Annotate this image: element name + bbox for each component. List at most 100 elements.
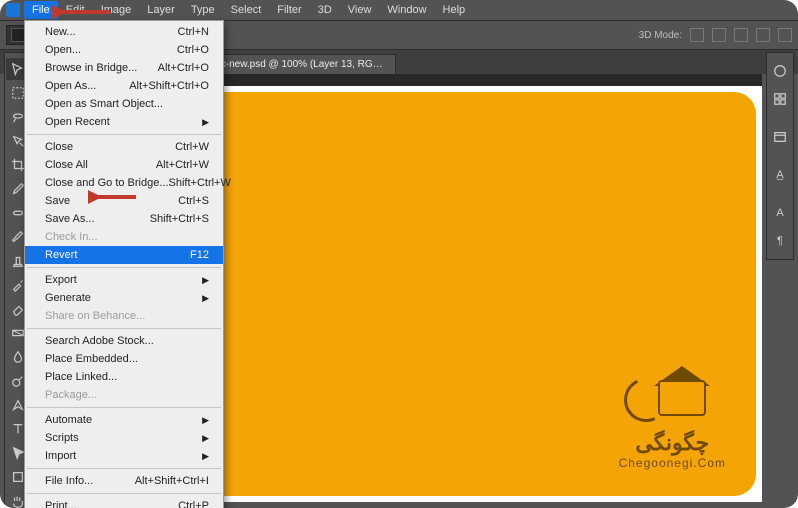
annotation-arrow-file bbox=[52, 4, 112, 20]
menuitem-check-in: Check In... bbox=[25, 228, 223, 246]
mode3d-icon-5[interactable] bbox=[778, 28, 792, 42]
photoshop-window: FileEditImageLayerTypeSelectFilter3DView… bbox=[0, 0, 798, 508]
menuitem-open[interactable]: Open... Ctrl+O bbox=[25, 41, 223, 59]
menuitem-label: Share on Behance... bbox=[45, 310, 145, 322]
watermark: چگونگی Chegoonegi.Com bbox=[619, 366, 726, 470]
menu-select[interactable]: Select bbox=[223, 1, 270, 19]
file-menu-dropdown: New...Ctrl+N Open... Ctrl+O Browse in Bridg… bbox=[24, 20, 224, 508]
menuitem-label: Save bbox=[45, 195, 70, 207]
app-logo-icon bbox=[6, 3, 20, 17]
paragraph-panel-icon[interactable]: ¶ bbox=[769, 230, 791, 252]
menuitem-label: Save As... bbox=[45, 213, 95, 225]
menuitem-place-embedded[interactable]: Place Embedded... bbox=[25, 350, 223, 368]
menuitem-open-as-smart-object[interactable]: Open as Smart Object... bbox=[25, 95, 223, 113]
libraries-icon[interactable] bbox=[769, 126, 791, 148]
menu-help[interactable]: Help bbox=[435, 1, 474, 19]
menuitem-revert[interactable]: Revert F12 bbox=[25, 246, 223, 264]
menuitem-shortcut: Ctrl+W bbox=[175, 141, 209, 153]
submenu-arrow-icon: ▶ bbox=[202, 275, 209, 286]
mode-3d-label: 3D Mode: bbox=[639, 30, 682, 41]
submenu-arrow-icon: ▶ bbox=[202, 415, 209, 426]
menuitem-label: Open as Smart Object... bbox=[45, 98, 163, 110]
menuitem-label: Browse in Bridge... bbox=[45, 62, 137, 74]
mode3d-icon-2[interactable] bbox=[712, 28, 726, 42]
menuitem-browse-in-bridge[interactable]: Browse in Bridge...Alt+Ctrl+O bbox=[25, 59, 223, 77]
menuitem-close[interactable]: Close Ctrl+W bbox=[25, 138, 223, 156]
menuitem-label: Revert bbox=[45, 249, 77, 261]
menuitem-search-adobe-stock[interactable]: Search Adobe Stock... bbox=[25, 332, 223, 350]
menuitem-package: Package... bbox=[25, 386, 223, 404]
menuitem-label: Package... bbox=[45, 389, 97, 401]
menuitem-label: Open... bbox=[45, 44, 81, 56]
menuitem-open-recent[interactable]: Open Recent ▶ bbox=[25, 113, 223, 131]
menuitem-label: Open As... bbox=[45, 80, 96, 92]
color-wheel-icon[interactable] bbox=[769, 60, 791, 82]
menuitem-label: Automate bbox=[45, 414, 92, 426]
submenu-arrow-icon: ▶ bbox=[202, 433, 209, 444]
menuitem-label: Place Linked... bbox=[45, 371, 117, 383]
menu-separator bbox=[27, 493, 221, 494]
menuitem-label: Scripts bbox=[45, 432, 79, 444]
menuitem-shortcut: Alt+Ctrl+W bbox=[156, 159, 209, 171]
menuitem-shortcut: Shift+Ctrl+W bbox=[169, 177, 231, 189]
mode3d-icon-3[interactable] bbox=[734, 28, 748, 42]
menu-separator bbox=[27, 328, 221, 329]
menuitem-label: Close bbox=[45, 141, 73, 153]
menuitem-open-as[interactable]: Open As... Alt+Shift+Ctrl+O bbox=[25, 77, 223, 95]
menuitem-label: Generate bbox=[45, 292, 91, 304]
menuitem-new[interactable]: New...Ctrl+N bbox=[25, 23, 223, 41]
glyphs-icon[interactable]: A̲ bbox=[769, 164, 791, 186]
menu-type[interactable]: Type bbox=[183, 1, 223, 19]
watermark-subtitle: Chegoonegi.Com bbox=[619, 456, 726, 470]
menuitem-import[interactable]: Import▶ bbox=[25, 447, 223, 465]
right-panel-strip: A̲ A ¶ bbox=[766, 52, 794, 260]
menuitem-label: Print... bbox=[45, 500, 77, 508]
menuitem-shortcut: Ctrl+P bbox=[178, 500, 209, 508]
swatches-icon[interactable] bbox=[769, 88, 791, 110]
menuitem-label: Search Adobe Stock... bbox=[45, 335, 154, 347]
menuitem-shortcut: Ctrl+O bbox=[177, 44, 209, 56]
menuitem-label: Check In... bbox=[45, 231, 98, 243]
menu-separator bbox=[27, 468, 221, 469]
menuitem-scripts[interactable]: Scripts ▶ bbox=[25, 429, 223, 447]
watermark-title: چگونگی bbox=[619, 430, 726, 456]
menuitem-save-as[interactable]: Save As... Shift+Ctrl+S bbox=[25, 210, 223, 228]
menuitem-file-info[interactable]: File Info... Alt+Shift+Ctrl+I bbox=[25, 472, 223, 490]
menuitem-label: Import bbox=[45, 450, 76, 462]
menuitem-print[interactable]: Print... Ctrl+P bbox=[25, 497, 223, 508]
submenu-arrow-icon: ▶ bbox=[202, 117, 209, 128]
menuitem-shortcut: Shift+Ctrl+S bbox=[150, 213, 209, 225]
menu-separator bbox=[27, 267, 221, 268]
menuitem-label: Open Recent bbox=[45, 116, 110, 128]
submenu-arrow-icon: ▶ bbox=[202, 293, 209, 304]
menuitem-export[interactable]: Export▶ bbox=[25, 271, 223, 289]
menuitem-close-all[interactable]: Close All Alt+Ctrl+W bbox=[25, 156, 223, 174]
menuitem-label: Close and Go to Bridge... bbox=[45, 177, 169, 189]
menuitem-automate[interactable]: Automate ▶ bbox=[25, 411, 223, 429]
menuitem-label: Close All bbox=[45, 159, 88, 171]
menuitem-share-on-behance: Share on Behance... bbox=[25, 307, 223, 325]
menuitem-place-linked[interactable]: Place Linked... bbox=[25, 368, 223, 386]
mode3d-icon-4[interactable] bbox=[756, 28, 770, 42]
menuitem-shortcut: Ctrl+S bbox=[178, 195, 209, 207]
menu-window[interactable]: Window bbox=[379, 1, 434, 19]
menuitem-shortcut: F12 bbox=[190, 249, 209, 261]
menu-separator bbox=[27, 134, 221, 135]
menuitem-generate[interactable]: Generate ▶ bbox=[25, 289, 223, 307]
menu-3d[interactable]: 3D bbox=[310, 1, 340, 19]
menuitem-shortcut: Alt+Shift+Ctrl+I bbox=[135, 475, 209, 487]
menuitem-shortcut: Alt+Shift+Ctrl+O bbox=[129, 80, 209, 92]
mode3d-icon-1[interactable] bbox=[690, 28, 704, 42]
menuitem-label: File Info... bbox=[45, 475, 93, 487]
menuitem-label: Place Embedded... bbox=[45, 353, 138, 365]
document-canvas[interactable]: چگونگی Chegoonegi.Com bbox=[150, 86, 762, 502]
menu-bar: FileEditImageLayerTypeSelectFilter3DView… bbox=[0, 0, 798, 20]
menuitem-shortcut: Ctrl+N bbox=[178, 26, 209, 38]
menu-separator bbox=[27, 407, 221, 408]
menu-filter[interactable]: Filter bbox=[269, 1, 309, 19]
menu-layer[interactable]: Layer bbox=[139, 1, 183, 19]
annotation-arrow-revert bbox=[88, 189, 138, 205]
character-panel-icon[interactable]: A bbox=[769, 202, 791, 224]
rounded-rectangle-layer: چگونگی Chegoonegi.Com bbox=[156, 92, 756, 496]
menu-view[interactable]: View bbox=[340, 1, 380, 19]
